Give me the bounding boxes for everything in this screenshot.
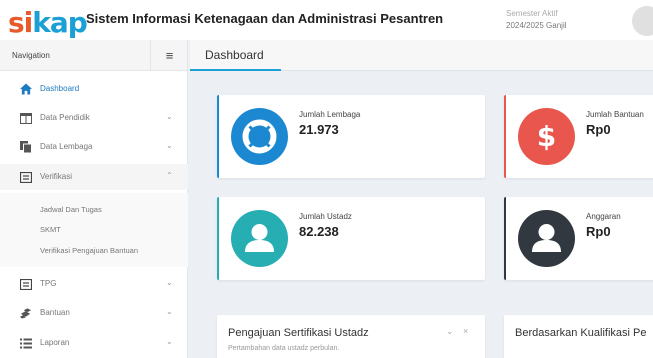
sidebar-item-label: Data Pendidik [40, 113, 90, 122]
tab-dashboard[interactable]: Dashboard [190, 40, 281, 71]
stat-card-jumlah-ustadz: Jumlah Ustadz 82.238 [217, 197, 485, 280]
user-icon [231, 210, 288, 267]
user-icon [518, 210, 575, 267]
chevron-down-icon: ⌄ [166, 337, 173, 346]
sidebar-header: Navigation ≡ [0, 40, 187, 71]
list-box-icon [20, 278, 32, 290]
tab-label: Dashboard [205, 48, 264, 62]
stat-value: 21.973 [299, 122, 339, 137]
stat-value: 82.238 [299, 224, 339, 239]
sidebar-toggle-button[interactable]: ≡ [150, 40, 188, 71]
home-icon [20, 83, 32, 95]
sidebar-item-bantuan[interactable]: Bantuan ⌄ [0, 300, 188, 326]
dollar-icon: $ [518, 108, 575, 165]
sikap-logo[interactable]: sikap [8, 7, 88, 39]
chevron-down-icon: ⌄ [166, 307, 173, 316]
table-icon [20, 112, 32, 124]
sidebar-item-data-lembaga[interactable]: Data Lembaga ⌄ [0, 134, 188, 160]
list-icon [20, 337, 32, 349]
semester-info: Semester Aktif 2024/2025 Ganjil [506, 8, 567, 32]
sidebar-item-verifikasi[interactable]: Verifikasi ⌃ [0, 164, 188, 190]
submenu-item-skmt[interactable]: SKMT [40, 225, 61, 234]
minimize-icon[interactable]: ⌄ [446, 326, 454, 337]
sidebar-item-label: Data Lembaga [40, 142, 93, 151]
stat-label: Jumlah Ustadz [299, 212, 352, 221]
stat-value: Rp0 [586, 224, 611, 239]
sidebar: Navigation ≡ Dashboard Data Pendidik ⌄ D… [0, 40, 188, 358]
cubes-icon [20, 307, 32, 319]
close-icon[interactable]: × [463, 326, 468, 336]
sidebar-item-label: TPG [40, 279, 57, 288]
sidebar-item-dashboard[interactable]: Dashboard [0, 76, 188, 102]
panel-title: Pengajuan Sertifikasi Ustadz [228, 327, 369, 339]
list-box-icon [20, 171, 32, 183]
panel-pengajuan-sertifikasi: Pengajuan Sertifikasi Ustadz Pertambahan… [217, 315, 485, 358]
copy-icon [20, 141, 32, 153]
stat-label: Jumlah Bantuan [586, 110, 644, 119]
semester-value: 2024/2025 Ganjil [506, 21, 567, 30]
sidebar-item-label: Laporan [40, 338, 70, 347]
user-avatar[interactable] [632, 6, 653, 36]
submenu-item-verifikasi-bantuan[interactable]: Verifikasi Pengajuan Bantuan [40, 246, 138, 255]
panel-subtitle: Pertambahan data ustadz perbulan. [228, 345, 340, 352]
chevron-down-icon: ⌄ [166, 112, 173, 121]
stat-card-anggaran: Anggaran Rp0 [504, 197, 653, 280]
app-title: Sistem Informasi Ketenagaan dan Administ… [86, 11, 444, 26]
life-ring-icon [231, 108, 288, 165]
semester-label: Semester Aktif [506, 9, 558, 18]
sidebar-item-label: Dashboard [40, 84, 80, 93]
panel-title: Berdasarkan Kualifikasi Pe [515, 327, 647, 339]
sidebar-item-tpg[interactable]: TPG ⌄ [0, 271, 188, 297]
verifikasi-submenu: Jadwal Dan Tugas SKMT Verifikasi Pengaju… [0, 193, 188, 267]
chevron-up-icon: ⌃ [166, 171, 173, 180]
stat-card-jumlah-bantuan: $ Jumlah Bantuan Rp0 [504, 95, 653, 178]
panel-kualifikasi: Berdasarkan Kualifikasi Pe [504, 315, 653, 358]
navigation-label: Navigation [12, 51, 50, 60]
main-content: Dashboard Jumlah Lembaga 21.973 $ Jumlah… [190, 40, 653, 358]
top-header: sikap Sistem Informasi Ketenagaan dan Ad… [0, 0, 653, 40]
tab-bar: Dashboard [190, 40, 653, 71]
sidebar-item-laporan[interactable]: Laporan ⌄ [0, 330, 188, 356]
submenu-item-jadwal[interactable]: Jadwal Dan Tugas [40, 205, 102, 214]
sidebar-item-label: Verifikasi [40, 172, 73, 181]
sidebar-item-label: Bantuan [40, 308, 70, 317]
svg-text:$: $ [537, 120, 556, 153]
app: sikap Sistem Informasi Ketenagaan dan Ad… [0, 0, 653, 358]
stat-label: Anggaran [586, 212, 621, 221]
chevron-down-icon: ⌄ [166, 278, 173, 287]
stat-value: Rp0 [586, 122, 611, 137]
stat-card-jumlah-lembaga: Jumlah Lembaga 21.973 [217, 95, 485, 178]
stat-label: Jumlah Lembaga [299, 110, 361, 119]
sidebar-item-data-pendidik[interactable]: Data Pendidik ⌄ [0, 105, 188, 131]
chevron-down-icon: ⌄ [166, 141, 173, 150]
